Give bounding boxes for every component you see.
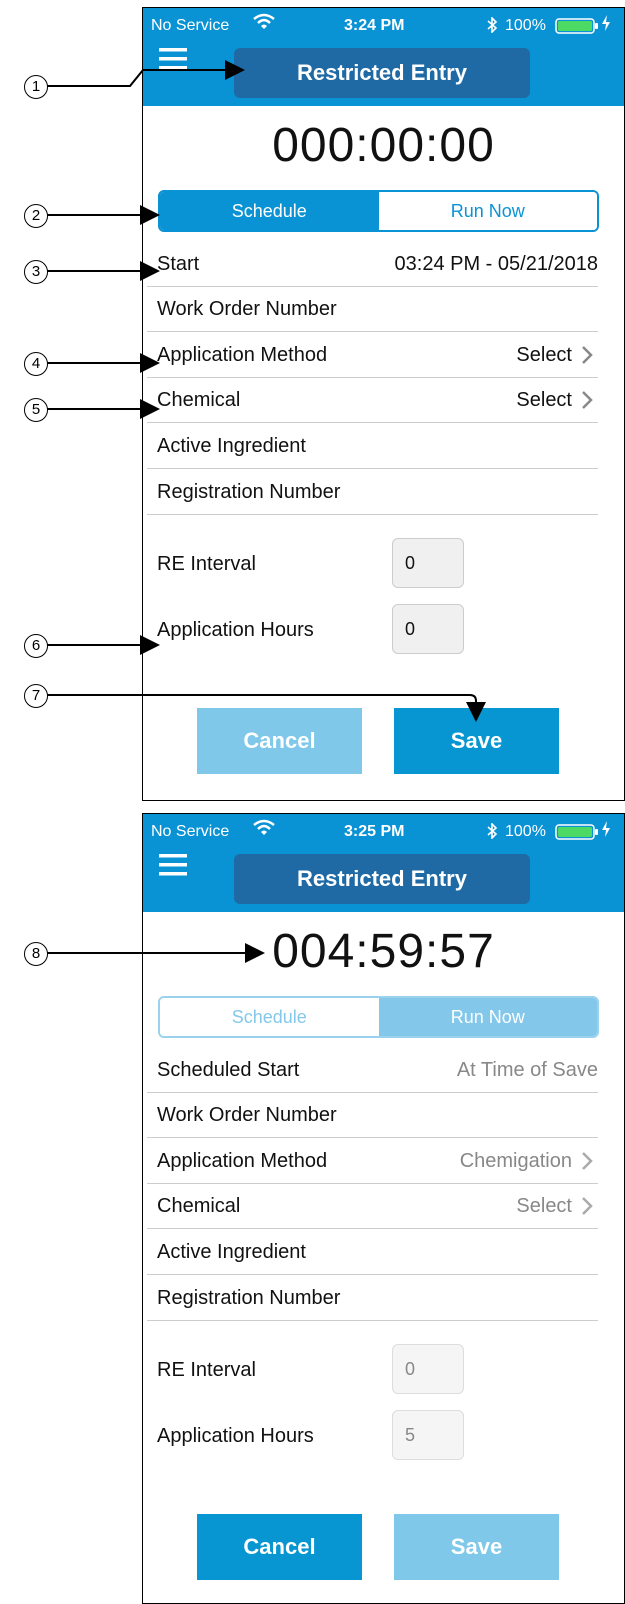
application-hours-label: Application Hours — [157, 619, 314, 641]
carrier-label: No Service — [151, 823, 230, 840]
segment-schedule[interactable]: Schedule — [160, 192, 379, 230]
work-order-row[interactable]: Work Order Number — [147, 287, 598, 332]
save-button[interactable]: Save — [394, 1514, 559, 1580]
mode-segmented-control: Schedule Run Now — [158, 996, 599, 1038]
charging-icon — [601, 820, 611, 843]
re-interval-label: RE Interval — [157, 1359, 256, 1381]
start-label: Start — [157, 253, 200, 275]
scheduled-start-row[interactable]: Scheduled Start At Time of Save — [147, 1048, 598, 1093]
carrier-label: No Service — [151, 17, 230, 34]
battery-percent: 100% — [505, 823, 546, 840]
segment-schedule[interactable]: Schedule — [160, 998, 379, 1036]
countdown-timer: 004:59:57 — [272, 925, 495, 978]
scheduled-start-value: At Time of Save — [456, 1059, 598, 1081]
callout-1: 1 — [24, 75, 48, 99]
re-interval-input[interactable]: 0 — [392, 538, 464, 588]
active-ingredient-row[interactable]: Active Ingredient — [147, 1230, 598, 1275]
callout-6: 6 — [24, 634, 48, 658]
segment-run-now[interactable]: Run Now — [378, 998, 597, 1036]
battery-icon — [555, 18, 599, 39]
start-row[interactable]: Start 03:24 PM - 05/21/2018 — [147, 242, 598, 287]
callout-7: 7 — [24, 684, 48, 708]
charging-icon — [601, 14, 611, 37]
application-method-row[interactable]: Application Method Select — [147, 333, 598, 378]
scheduled-start-label: Scheduled Start — [157, 1059, 300, 1081]
mode-segmented-control: Schedule Run Now — [158, 190, 599, 232]
wifi-icon — [253, 13, 275, 36]
battery-percent: 100% — [505, 17, 546, 34]
re-interval-input[interactable]: 0 — [392, 1344, 464, 1394]
chemical-value: Select — [516, 389, 572, 411]
nav-header: No Service 3:25 PM 100% Restricted Entry — [143, 814, 624, 912]
page-title: Restricted Entry — [234, 48, 530, 98]
application-method-label: Application Method — [157, 1150, 328, 1172]
active-ingredient-row[interactable]: Active Ingredient — [147, 424, 598, 469]
save-button[interactable]: Save — [394, 708, 559, 774]
nav-header: No Service 3:24 PM 100% Restricted Entry — [143, 8, 624, 106]
chemical-value: Select — [516, 1195, 572, 1217]
work-order-row[interactable]: Work Order Number — [147, 1093, 598, 1138]
chemical-row[interactable]: Chemical Select — [147, 1184, 598, 1229]
cancel-button[interactable]: Cancel — [197, 708, 362, 774]
chemical-label: Chemical — [157, 389, 241, 411]
status-bar: No Service 3:24 PM 100% — [143, 8, 624, 42]
registration-number-row[interactable]: Registration Number — [147, 1276, 598, 1321]
callout-2: 2 — [24, 204, 48, 228]
application-hours-input[interactable]: 5 — [392, 1410, 464, 1460]
wifi-icon — [253, 819, 275, 842]
active-ingredient-label: Active Ingredient — [157, 435, 306, 457]
registration-number-label: Registration Number — [157, 1287, 341, 1309]
chemical-label: Chemical — [157, 1195, 241, 1217]
screen-run-now: No Service 3:25 PM 100% Restricted Entry… — [142, 813, 625, 1604]
callout-5: 5 — [24, 398, 48, 422]
page-title: Restricted Entry — [234, 854, 530, 904]
status-time: 3:24 PM — [344, 17, 405, 34]
application-hours-label: Application Hours — [157, 1425, 314, 1447]
chevron-right-icon[interactable] — [580, 1151, 594, 1171]
callout-4: 4 — [24, 352, 48, 376]
status-bar: No Service 3:25 PM 100% — [143, 814, 624, 848]
re-interval-label: RE Interval — [157, 553, 256, 575]
registration-number-label: Registration Number — [157, 481, 341, 503]
screen-schedule: No Service 3:24 PM 100% Restricted Entry… — [142, 7, 625, 801]
chemical-row[interactable]: Chemical Select — [147, 378, 598, 423]
chevron-right-icon[interactable] — [580, 1196, 594, 1216]
countdown-timer: 000:00:00 — [272, 119, 495, 172]
work-order-label: Work Order Number — [157, 1104, 337, 1126]
application-method-row[interactable]: Application Method Chemigation — [147, 1139, 598, 1184]
application-hours-input[interactable]: 0 — [392, 604, 464, 654]
work-order-label: Work Order Number — [157, 298, 337, 320]
callout-8: 8 — [24, 942, 48, 966]
application-method-label: Application Method — [157, 344, 328, 366]
segment-run-now[interactable]: Run Now — [378, 192, 597, 230]
bluetooth-icon — [486, 16, 498, 38]
cancel-button[interactable]: Cancel — [197, 1514, 362, 1580]
battery-icon — [555, 824, 599, 845]
menu-icon[interactable] — [157, 46, 189, 72]
callout-3: 3 — [24, 260, 48, 284]
status-time: 3:25 PM — [344, 823, 405, 840]
menu-icon[interactable] — [157, 852, 189, 878]
registration-number-row[interactable]: Registration Number — [147, 470, 598, 515]
application-method-value: Chemigation — [459, 1150, 572, 1172]
active-ingredient-label: Active Ingredient — [157, 1241, 306, 1263]
application-method-value: Select — [516, 344, 572, 366]
bluetooth-icon — [486, 822, 498, 844]
chevron-right-icon[interactable] — [580, 345, 594, 365]
chevron-right-icon[interactable] — [580, 390, 594, 410]
start-value: 03:24 PM - 05/21/2018 — [394, 253, 598, 275]
